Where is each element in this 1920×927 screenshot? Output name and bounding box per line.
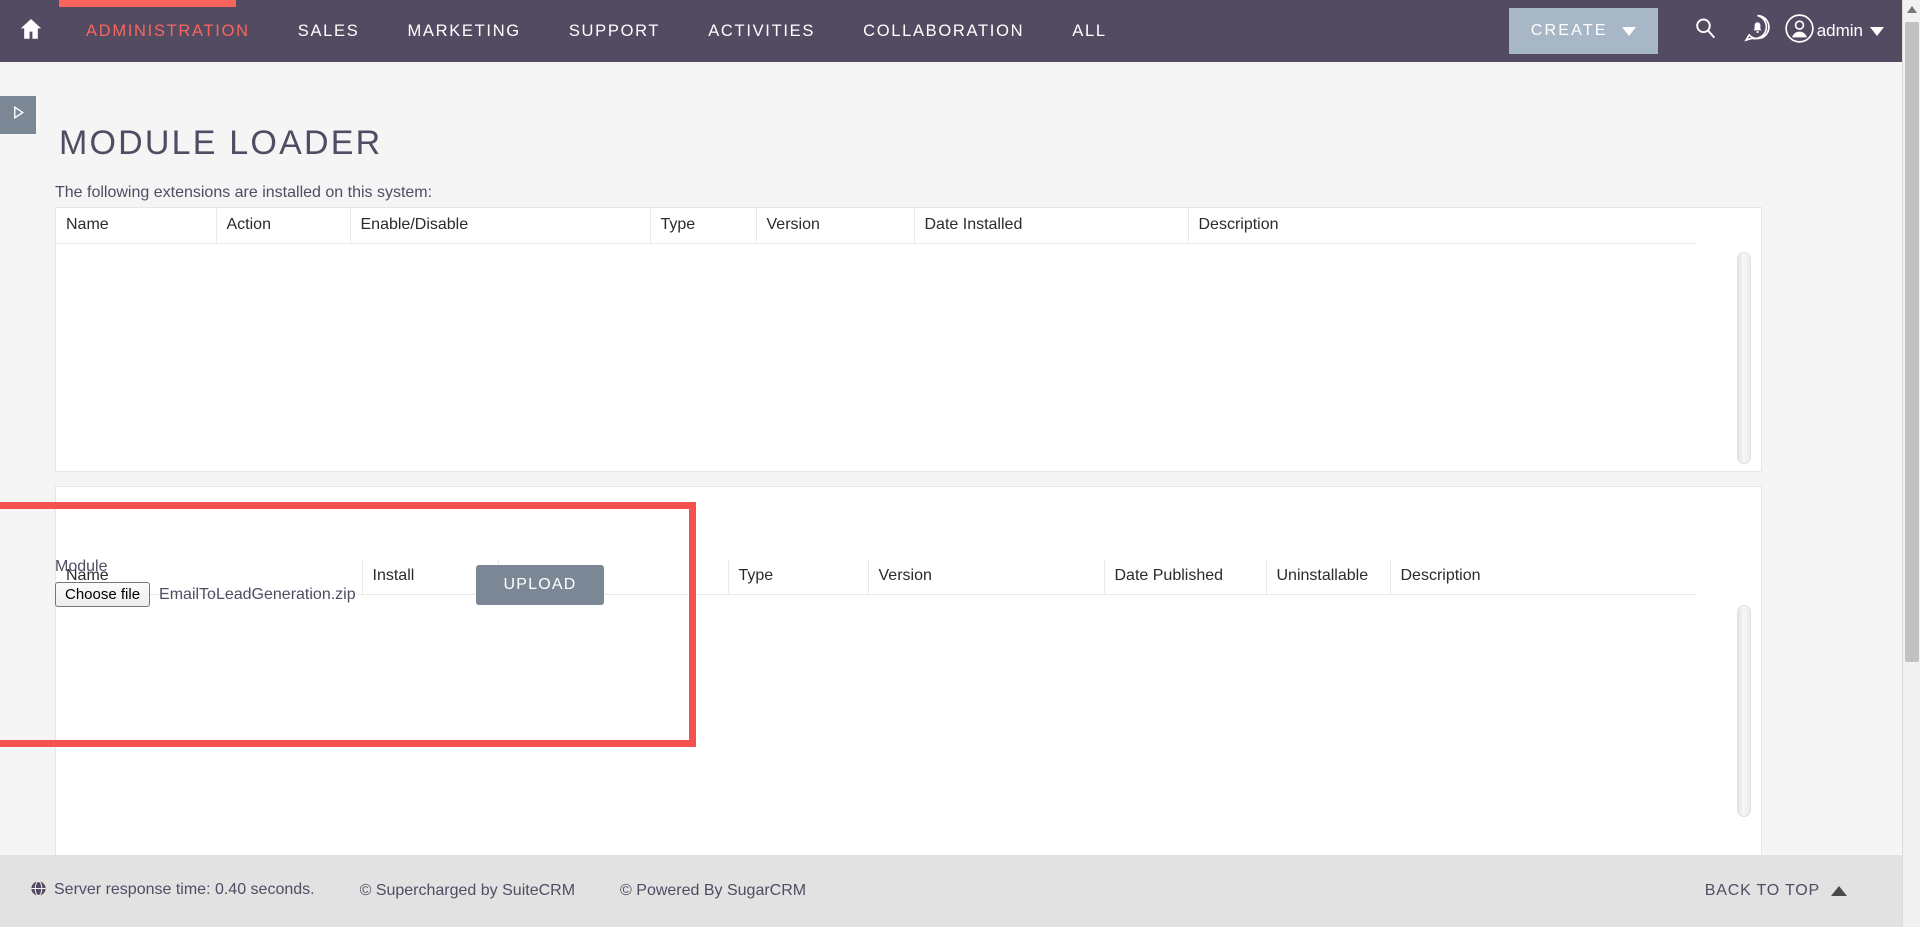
column-header-action[interactable]: Action [216,208,351,244]
browser-scrollbar[interactable] [1902,0,1920,927]
page-footer: Server response time: 0.40 seconds. © Su… [0,855,1902,927]
installed-table-scroll-thumb[interactable] [1737,252,1751,464]
main-content: MODULE LOADER The following extensions a… [0,62,1902,855]
nav-links: ADMINISTRATION SALES MARKETING SUPPORT A… [62,0,1131,62]
page-title: MODULE LOADER [59,124,383,162]
choose-file-button[interactable]: Choose file [55,582,151,607]
installed-table-vertical-scrollbar[interactable] [1737,252,1751,464]
uploads-table-scroll-thumb[interactable] [1737,605,1751,817]
footer-left-group: Server response time: 0.40 seconds. © Su… [30,880,851,902]
create-button-label: CREATE [1530,22,1608,39]
back-to-top-label: BACK TO TOP [1704,882,1820,899]
module-uploads-panel: Name Install Delete Type Version Date Pu… [55,486,1762,855]
chevron-up-icon [1831,886,1847,896]
globe-icon [30,880,47,902]
supercharged-by-label: © Supercharged by SuiteCRM [359,882,576,899]
sidebar-toggle-button[interactable] [0,96,36,134]
notifications-button[interactable] [1732,0,1784,62]
module-field-label: Module [55,558,108,575]
user-name-label: admin [1816,21,1863,40]
active-tab-indicator [59,0,236,7]
home-button[interactable] [0,0,62,62]
home-icon [18,16,44,47]
server-response-label: Server response time: 0.40 seconds. [54,881,315,898]
installed-extensions-panel: Name Action Enable/Disable Type Version … [55,207,1762,472]
installed-extensions-table: Name Action Enable/Disable Type Version … [56,208,1696,244]
file-input-group: Choose file EmailToLeadGeneration.zip [55,582,356,607]
table-header-row: Name Action Enable/Disable Type Version … [56,208,1696,244]
page-subtitle: The following extensions are installed o… [55,184,433,201]
search-button[interactable] [1680,0,1732,62]
expand-sidebar-arrow-icon [10,104,27,126]
nav-item-administration[interactable]: ADMINISTRATION [62,0,274,62]
notification-bell-icon [1742,13,1773,49]
nav-item-activities[interactable]: ACTIVITIES [684,0,839,62]
create-button[interactable]: CREATE [1508,8,1658,54]
powered-by-label: © Powered By SugarCRM [620,882,807,899]
browser-scroll-thumb[interactable] [1905,22,1919,662]
column-header-description[interactable]: Description [1188,208,1696,244]
scroll-up-arrow-icon[interactable] [1907,6,1917,13]
nav-item-marketing[interactable]: MARKETING [383,0,544,62]
column-header-name[interactable]: Name [56,208,217,244]
user-menu[interactable]: admin [1784,0,1884,62]
column-header-enable-disable[interactable]: Enable/Disable [350,208,651,244]
nav-item-collaboration[interactable]: COLLABORATION [839,0,1048,62]
back-to-top-button[interactable]: BACK TO TOP [1705,882,1847,900]
user-chevron-down-icon [1870,26,1884,36]
column-header-date-installed[interactable]: Date Installed [914,208,1189,244]
server-response-time: Server response time: 0.40 seconds. [30,880,315,902]
selected-file-name: EmailToLeadGeneration.zip [159,585,356,603]
user-avatar-icon [1784,13,1815,49]
module-upload-row: Module Choose file EmailToLeadGeneration… [55,558,1762,622]
column-header-type[interactable]: Type [650,208,757,244]
search-icon [1692,15,1719,47]
nav-item-sales[interactable]: SALES [274,0,384,62]
nav-item-all[interactable]: ALL [1048,0,1130,62]
nav-item-support[interactable]: SUPPORT [545,0,684,62]
uploads-table-vertical-scrollbar[interactable] [1737,605,1751,817]
chevron-down-icon [1621,26,1636,36]
upload-button[interactable]: UPLOAD [476,565,604,605]
navbar-right-controls: CREATE admin [1508,0,1884,62]
top-navbar: ADMINISTRATION SALES MARKETING SUPPORT A… [0,0,1902,62]
column-header-version[interactable]: Version [756,208,915,244]
